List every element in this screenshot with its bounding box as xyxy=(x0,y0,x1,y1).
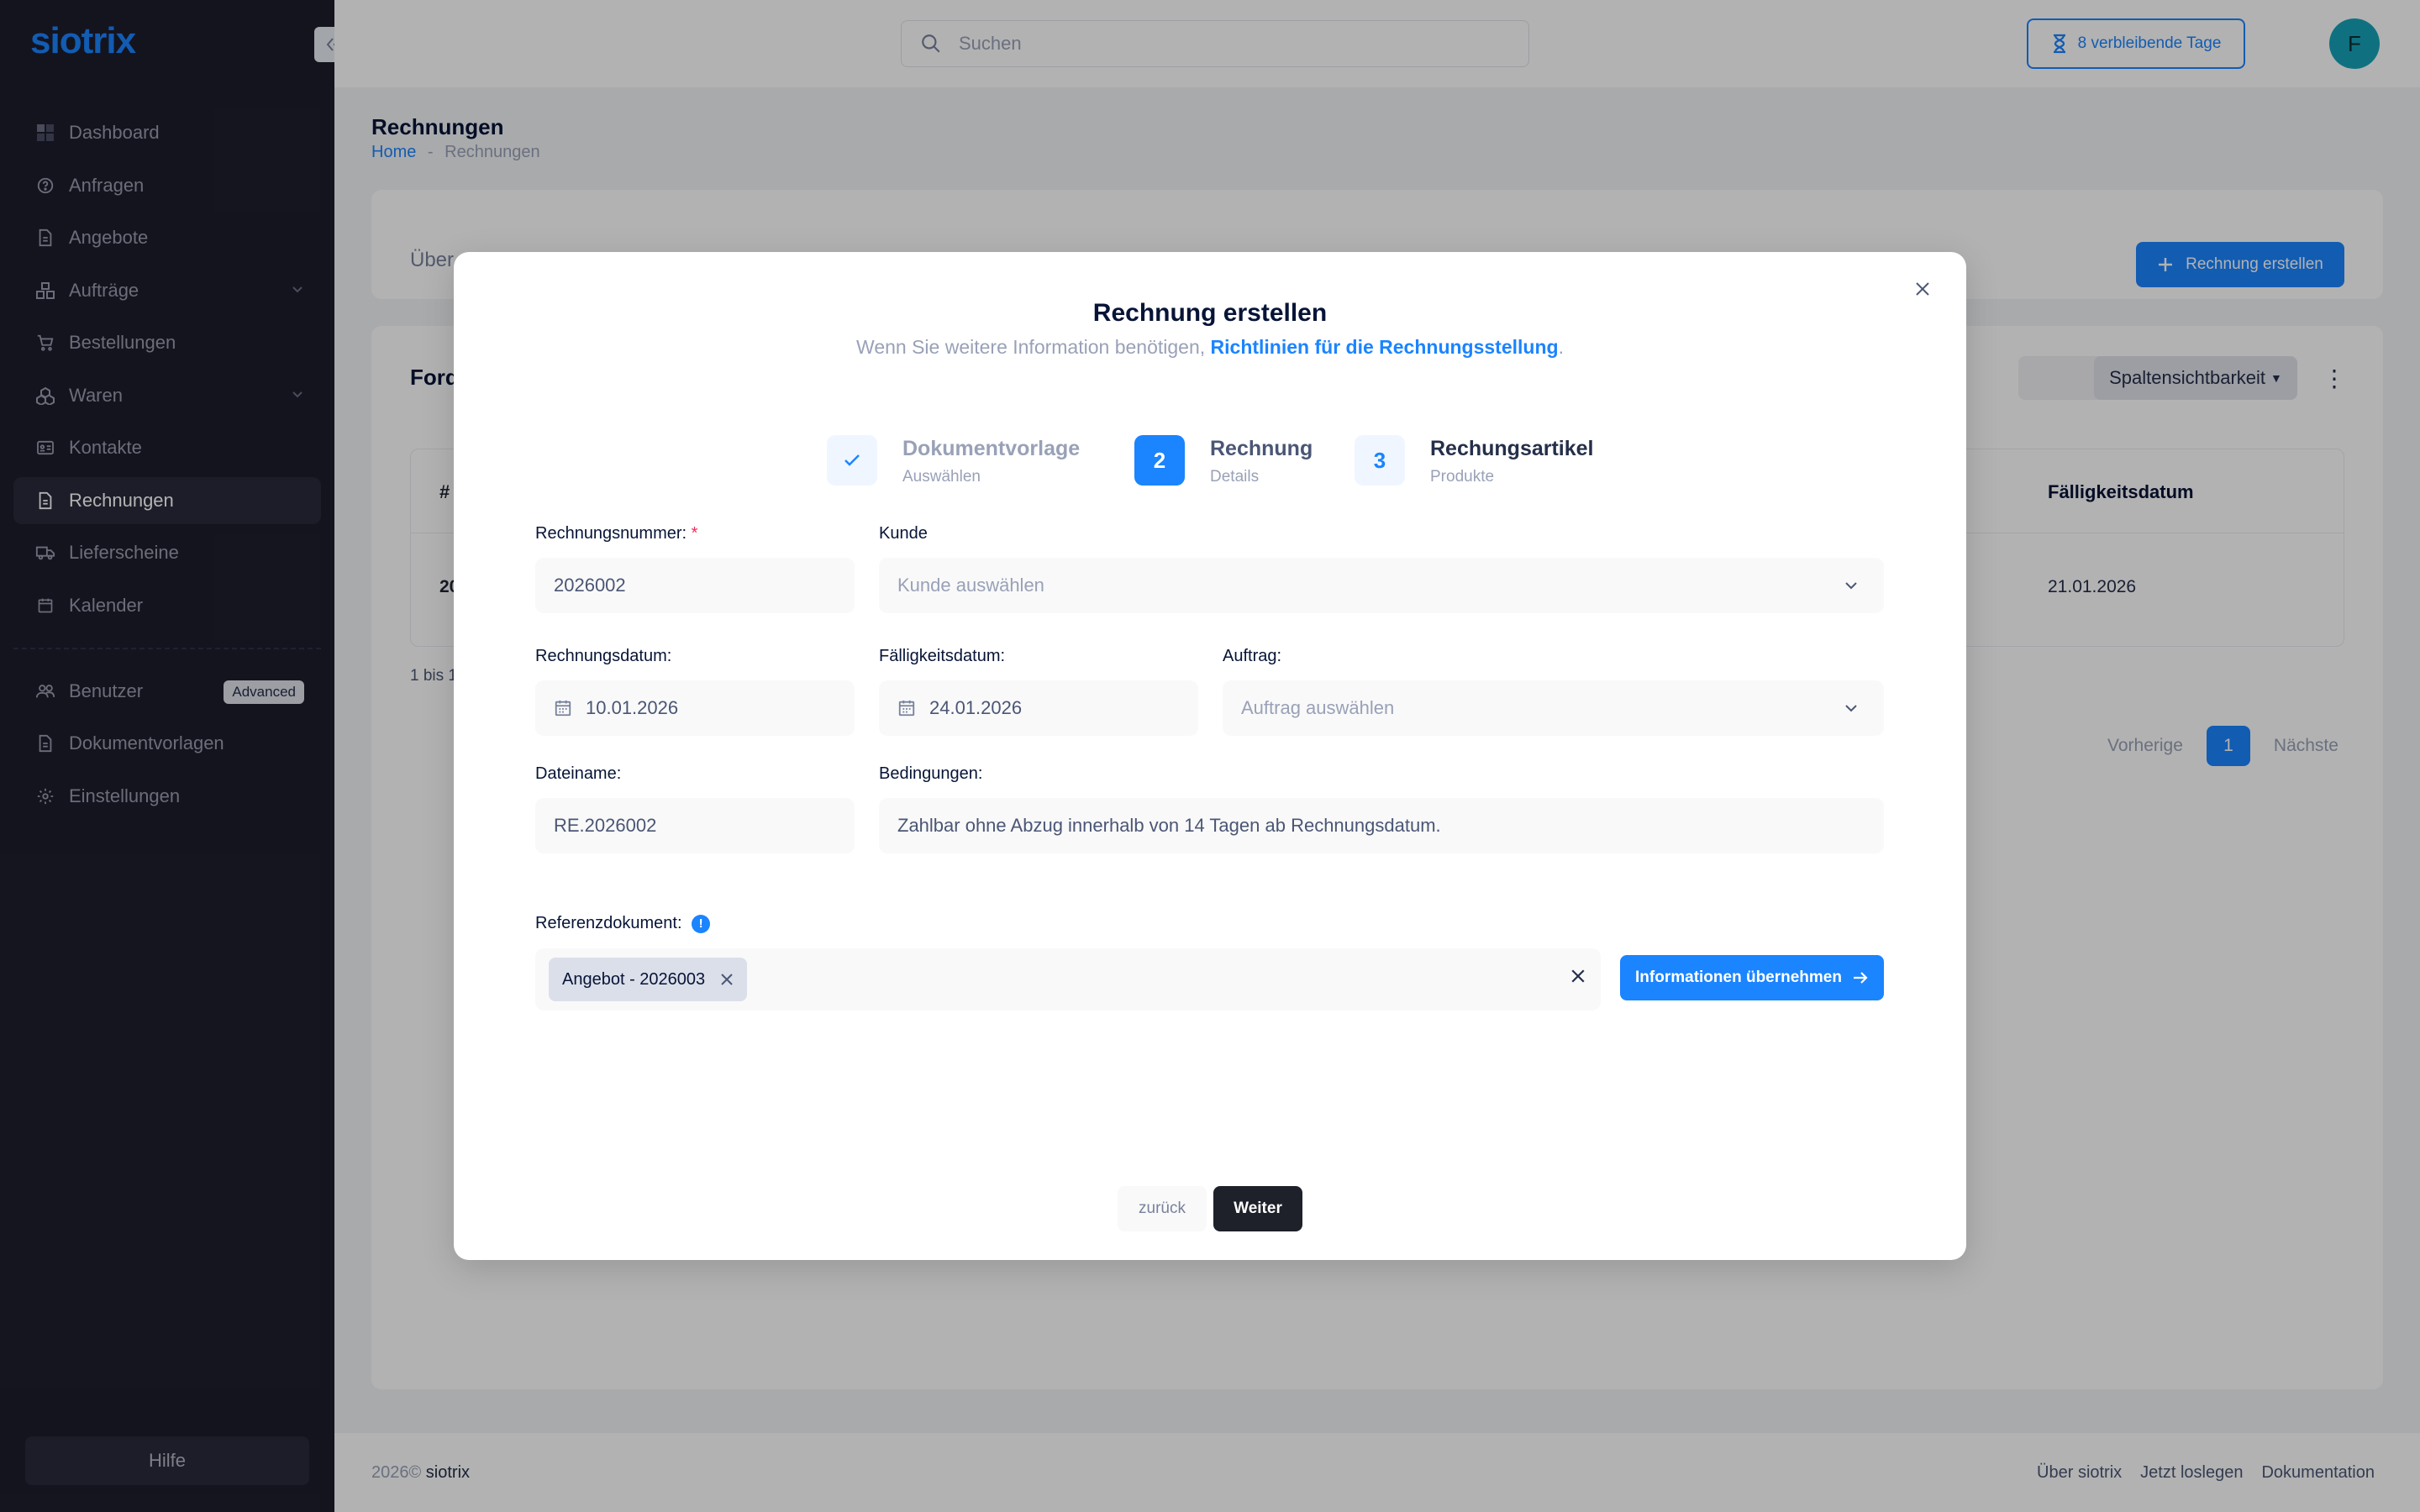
stepper: Dokumentvorlage Auswählen 2 Rechnung Det… xyxy=(827,435,1667,502)
invoice-date-input[interactable]: 10.01.2026 xyxy=(535,680,855,736)
step-invoice[interactable]: 2 Rechnung Details xyxy=(1134,435,1313,486)
clear-selection-icon[interactable] xyxy=(1570,969,1586,984)
customer-label: Kunde xyxy=(879,524,928,543)
apply-information-button[interactable]: Informationen übernehmen xyxy=(1620,955,1884,1000)
required-marker: * xyxy=(691,524,698,543)
guidelines-link[interactable]: Richtlinien für die Rechnungsstellung xyxy=(1211,336,1559,358)
filename-input[interactable]: RE.2026002 xyxy=(535,798,855,853)
step-label: Rechungsartikel xyxy=(1430,437,1594,460)
calendar-icon xyxy=(554,699,572,717)
chevron-down-icon xyxy=(1845,705,1857,712)
order-label: Auftrag: xyxy=(1223,647,1282,665)
filename-value: RE.2026002 xyxy=(554,815,657,836)
check-icon xyxy=(844,454,860,466)
terms-input[interactable]: Zahlbar ohne Abzug innerhalb von 14 Tage… xyxy=(879,798,1884,853)
reference-document-select[interactable]: Angebot - 2026003 xyxy=(535,948,1601,1011)
invoice-number-value: 2026002 xyxy=(554,575,626,596)
remove-tag-icon[interactable] xyxy=(720,973,734,986)
invoice-date-label: Rechnungsdatum: xyxy=(535,647,672,665)
info-icon[interactable]: ! xyxy=(692,914,711,933)
terms-value: Zahlbar ohne Abzug innerhalb von 14 Tage… xyxy=(897,815,1441,836)
invoice-number-label: Rechnungsnummer: * xyxy=(535,524,697,543)
step-check-box xyxy=(827,435,877,486)
step-label: Dokumentvorlage xyxy=(902,437,1081,460)
modal-subtitle: Wenn Sie weitere Information benötigen, … xyxy=(454,336,1966,359)
arrow-right-icon xyxy=(1853,972,1868,984)
step-desc: Produkte xyxy=(1430,468,1495,486)
modal-title: Rechnung erstellen xyxy=(1092,299,1328,327)
back-button[interactable]: zurück xyxy=(1118,1186,1207,1231)
step-invoice-items[interactable]: 3 Rechungsartikel Produkte xyxy=(1355,435,1594,486)
invoice-number-input[interactable]: 2026002 xyxy=(535,558,855,613)
customer-placeholder: Kunde auswählen xyxy=(897,575,1044,596)
due-date-label: Fälligkeitsdatum: xyxy=(879,647,1006,665)
calendar-icon xyxy=(897,699,916,717)
modal-subtitle-text: Wenn Sie weitere Information benötigen, xyxy=(856,336,1211,358)
step-desc: Auswählen xyxy=(902,468,981,486)
customer-select[interactable]: Kunde auswählen xyxy=(879,558,1884,613)
reference-document-label: Referenzdokument: ! xyxy=(535,914,711,933)
filename-label: Dateiname: xyxy=(535,764,622,783)
step-desc: Details xyxy=(1210,468,1260,486)
step-number: 3 xyxy=(1355,435,1405,486)
reference-tag-label: Angebot - 2026003 xyxy=(562,969,706,989)
step-document-template[interactable]: Dokumentvorlage Auswählen xyxy=(827,435,1080,486)
reference-tag: Angebot - 2026003 xyxy=(549,958,748,1001)
order-select[interactable]: Auftrag auswählen xyxy=(1223,680,1884,736)
reference-document-label-text: Referenzdokument: xyxy=(535,914,682,932)
next-button[interactable]: Weiter xyxy=(1213,1186,1302,1231)
step-number: 2 xyxy=(1134,435,1185,486)
due-date-value: 24.01.2026 xyxy=(929,697,1023,718)
modal-subtitle-end: . xyxy=(1558,336,1564,358)
create-invoice-modal: Rechnung erstellen Wenn Sie weitere Info… xyxy=(454,252,1966,1260)
order-placeholder: Auftrag auswählen xyxy=(1241,697,1395,718)
close-icon xyxy=(1916,282,1929,296)
step-label: Rechnung xyxy=(1210,437,1313,460)
apply-information-label: Informationen übernehmen xyxy=(1635,969,1842,986)
invoice-date-value: 10.01.2026 xyxy=(586,697,679,718)
chevron-down-icon xyxy=(1845,582,1857,590)
terms-label: Bedingungen: xyxy=(879,764,983,783)
invoice-number-label-text: Rechnungsnummer: xyxy=(535,524,687,543)
due-date-input[interactable]: 24.01.2026 xyxy=(879,680,1198,736)
